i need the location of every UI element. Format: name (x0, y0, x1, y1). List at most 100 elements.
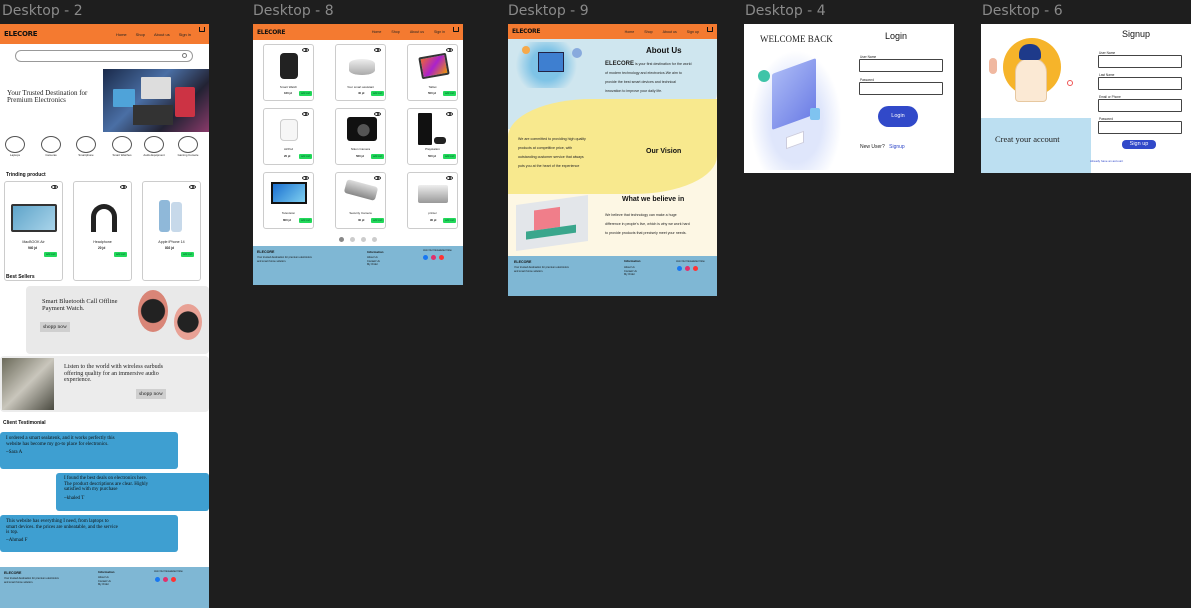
add-cart-button[interactable]: add cart (44, 252, 58, 257)
cart-icon[interactable] (199, 27, 205, 32)
frame-label-desktop-4[interactable]: Desktop - 4 (745, 3, 826, 19)
best-seller-watch: Smart Bluetooth Call Offline Payment Wat… (26, 286, 209, 354)
eye-icon[interactable] (446, 48, 453, 52)
product-card[interactable]: printer 90 jd add cart (407, 172, 458, 229)
instagram-icon[interactable] (163, 577, 168, 582)
product-card[interactable]: Television 800 jd add cart (263, 172, 314, 229)
facebook-icon[interactable] (423, 255, 428, 260)
facebook-icon[interactable] (155, 577, 160, 582)
youtube-icon[interactable] (439, 255, 444, 260)
category-smart-watches[interactable]: Smart Watches (108, 136, 136, 157)
add-cart-button[interactable]: add cart (443, 91, 457, 96)
add-cart-button[interactable]: add cart (443, 218, 457, 223)
frame-desktop-8[interactable]: ELECORE Home Shop About us Sign in Smart… (253, 24, 463, 285)
product-card[interactable]: Your smart assistant 40 jd add cart (335, 44, 386, 101)
email-field[interactable] (1098, 99, 1182, 112)
eye-icon[interactable] (302, 48, 309, 52)
page-dot[interactable] (372, 237, 377, 242)
eye-icon[interactable] (302, 112, 309, 116)
nav-signup[interactable]: Sign up (687, 30, 699, 34)
login-button[interactable]: Login (878, 106, 918, 127)
add-cart-button[interactable]: add cart (299, 91, 313, 96)
last-name-field[interactable] (1098, 77, 1182, 90)
product-card[interactable]: Smart Watch 160 jd add cart (263, 44, 314, 101)
eye-icon[interactable] (374, 112, 381, 116)
password-field[interactable] (1098, 121, 1182, 134)
product-card[interactable]: Tablet 500 jd add cart (407, 44, 458, 101)
eye-icon[interactable] (374, 48, 381, 52)
product-card[interactable]: Headphone 20 jd add cart (73, 181, 132, 281)
add-cart-button[interactable]: add cart (181, 252, 195, 257)
instagram-icon[interactable] (685, 266, 690, 271)
product-card[interactable]: MacBOOK Air 940 jd add cart (4, 181, 63, 281)
frame-desktop-9[interactable]: ELECORE Home Shop About us Sign up About… (508, 24, 717, 296)
page-dot[interactable] (339, 237, 344, 242)
logo[interactable]: ELECORE (4, 30, 37, 38)
youtube-icon[interactable] (171, 577, 176, 582)
category-audio[interactable]: Audio Equipment (140, 136, 168, 157)
eye-icon[interactable] (189, 185, 196, 189)
frame-label-desktop-9[interactable]: Desktop - 9 (508, 3, 589, 19)
nav-about[interactable]: About us (663, 30, 677, 34)
product-card[interactable]: Apple iPhone 14 802 jd add cart (142, 181, 201, 281)
eye-icon[interactable] (51, 185, 58, 189)
frame-label-desktop-8[interactable]: Desktop - 8 (253, 3, 334, 19)
instagram-icon[interactable] (431, 255, 436, 260)
search-input[interactable] (15, 50, 193, 62)
nav-home[interactable]: Home (372, 30, 382, 34)
nav-about[interactable]: About us (154, 32, 170, 37)
facebook-icon[interactable] (677, 266, 682, 271)
logo[interactable]: ELECORE (512, 28, 540, 35)
frame-desktop-4[interactable]: WELCOME BACK Login User Name Password Lo… (744, 24, 954, 173)
add-cart-button[interactable]: add cart (371, 218, 385, 223)
add-cart-button[interactable]: add cart (299, 218, 313, 223)
search-icon[interactable] (182, 53, 187, 58)
product-card[interactable]: AirPod 20 jd add cart (263, 108, 314, 165)
cart-icon[interactable] (453, 27, 459, 32)
nav-signin[interactable]: Sign in (179, 32, 191, 37)
eye-icon[interactable] (302, 176, 309, 180)
frame-label-desktop-2[interactable]: Desktop - 2 (2, 3, 83, 19)
eye-icon[interactable] (446, 112, 453, 116)
nav-shop[interactable]: Shop (136, 32, 145, 37)
youtube-icon[interactable] (693, 266, 698, 271)
nav-signin[interactable]: Sign in (434, 30, 445, 34)
frame-label-desktop-6[interactable]: Desktop - 6 (982, 3, 1063, 19)
footer-links: About Us Contact Us My Order (98, 576, 111, 586)
nav-shop[interactable]: Shop (391, 30, 399, 34)
eye-icon[interactable] (120, 185, 127, 189)
product-card[interactable]: Nikon Camera 560 jd add cart (335, 108, 386, 165)
frame-desktop-6[interactable]: Creat your account Signup User Name Last… (981, 24, 1191, 173)
signup-button[interactable]: Sign up (1122, 140, 1156, 149)
logo[interactable]: ELECORE (257, 29, 285, 36)
password-field[interactable] (859, 82, 943, 95)
add-cart-button[interactable]: add cart (371, 91, 385, 96)
product-card[interactable]: Security Camera 30 jd add cart (335, 172, 386, 229)
eye-icon[interactable] (446, 176, 453, 180)
about-illustration (516, 42, 592, 88)
add-cart-button[interactable]: add cart (443, 154, 457, 159)
nav-home[interactable]: Home (116, 32, 127, 37)
signup-link[interactable]: Signup (889, 144, 905, 150)
shop-now-button[interactable]: shopp now (136, 389, 166, 399)
add-cart-button[interactable]: add cart (371, 154, 385, 159)
add-cart-button[interactable]: add cart (114, 252, 128, 257)
username-field[interactable] (859, 59, 943, 72)
eye-icon[interactable] (374, 176, 381, 180)
category-smartphone[interactable]: Smartphone (75, 136, 97, 157)
shop-now-button[interactable]: shopp now (40, 322, 70, 332)
add-cart-button[interactable]: add cart (299, 154, 313, 159)
page-dot[interactable] (350, 237, 355, 242)
page-dot[interactable] (361, 237, 366, 242)
nav-about[interactable]: About us (410, 30, 424, 34)
nav-shop[interactable]: Shop (644, 30, 652, 34)
category-gaming[interactable]: Gaming Console (174, 136, 202, 157)
category-cameras[interactable]: Cameras (40, 136, 62, 157)
first-name-field[interactable] (1098, 55, 1182, 68)
nav-home[interactable]: Home (625, 30, 635, 34)
product-card[interactable]: Playstation 500 jd add cart (407, 108, 458, 165)
already-account-link[interactable]: Already have an account (1090, 159, 1123, 163)
cart-icon[interactable] (707, 27, 713, 32)
frame-desktop-2[interactable]: ELECORE Home Shop About us Sign in Your … (0, 24, 209, 608)
category-laptops[interactable]: Laptops (4, 136, 26, 157)
